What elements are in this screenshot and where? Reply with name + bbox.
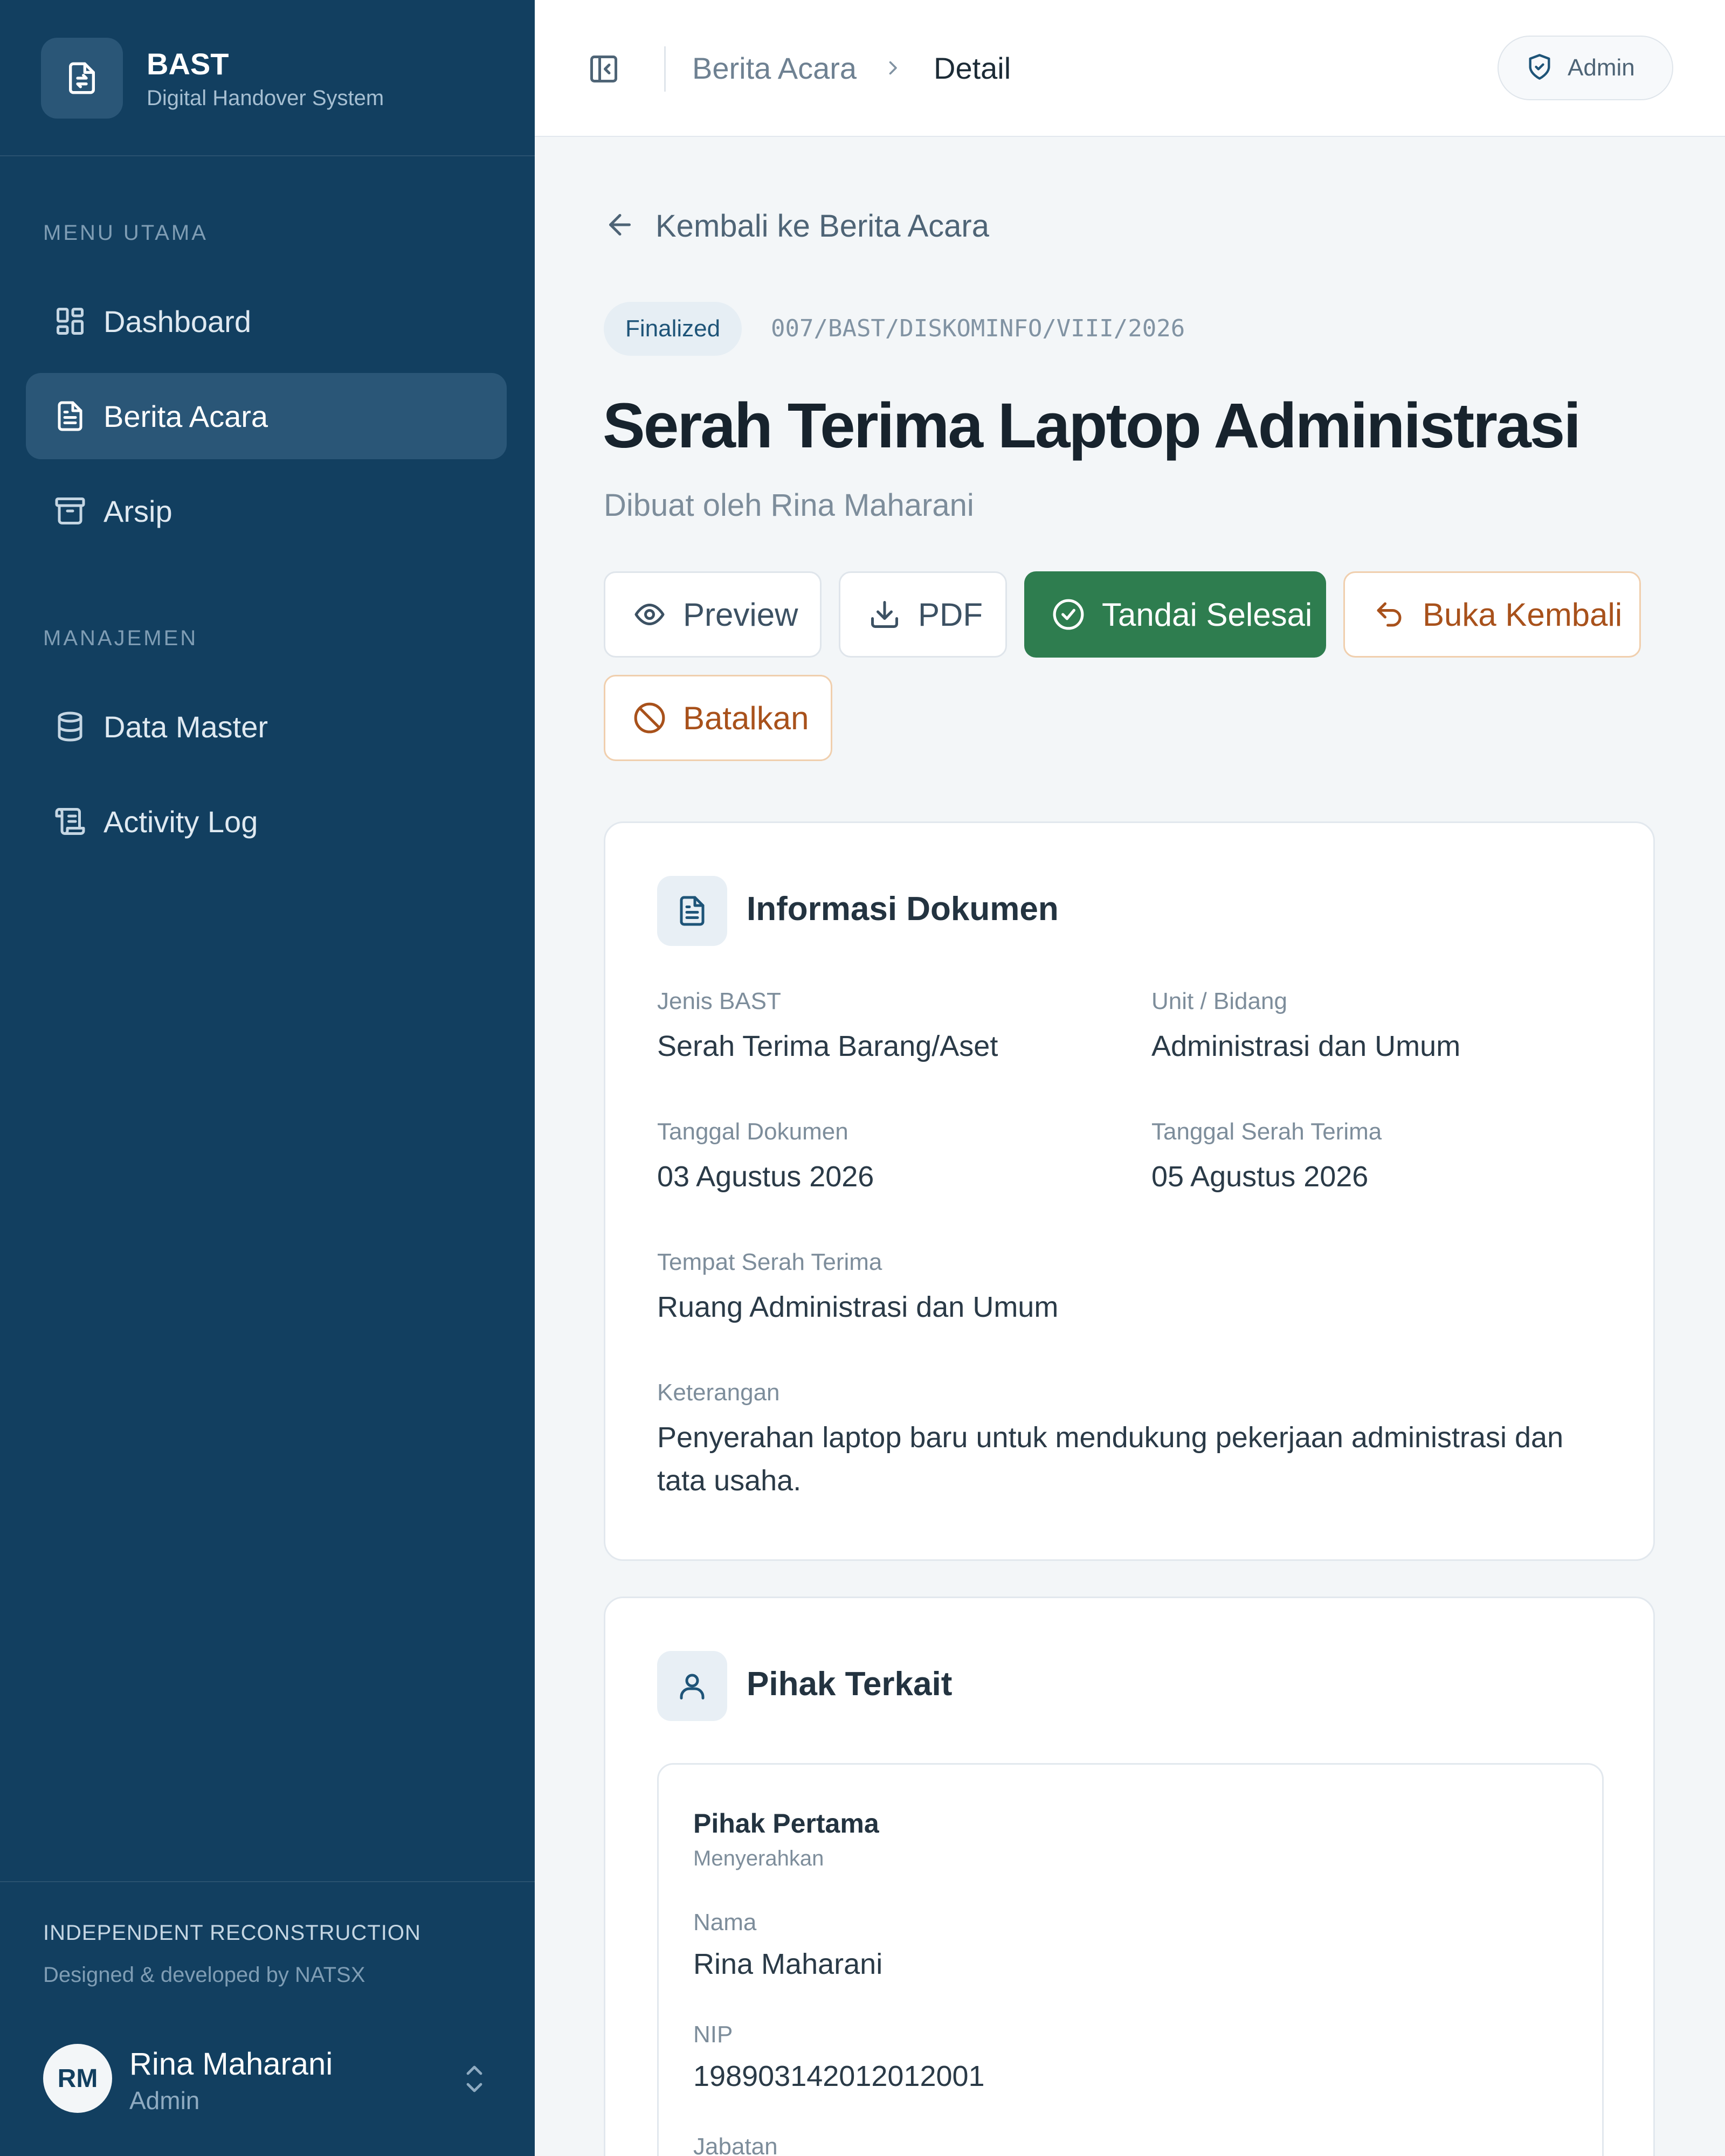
field-label: Tanggal Dokumen <box>657 1118 848 1145</box>
document-icon <box>53 399 87 433</box>
top-header: Berita Acara Detail Admin <box>535 0 1725 137</box>
field-label: Nama <box>693 1909 757 1936</box>
field-value: Penyerahan laptop baru untuk mendukung p… <box>657 1421 1564 1497</box>
field-value: Rina Maharani <box>693 1948 883 1980</box>
party-title: Pihak Pertama <box>693 1808 879 1839</box>
section-label-menu-utama: MENU UTAMA <box>43 221 208 245</box>
back-link-label: Kembali ke Berita Acara <box>656 209 989 244</box>
cancel-button-label: Batalkan <box>683 700 809 736</box>
back-link[interactable]: Kembali ke Berita Acara <box>604 208 989 244</box>
download-icon <box>867 597 902 632</box>
section-label-manajemen: MANAJEMEN <box>43 626 198 650</box>
sidebar-item-label: Arsip <box>104 494 172 528</box>
eye-icon <box>632 597 667 632</box>
field-label: Jenis BAST <box>657 988 781 1014</box>
database-icon <box>53 709 87 744</box>
card-title: Pihak Terkait <box>747 1666 953 1703</box>
user-icon <box>657 1651 727 1721</box>
scroll-icon <box>53 804 87 839</box>
pdf-button[interactable]: PDF <box>839 571 1007 658</box>
first-party-panel: Pihak Pertama Menyerahkan Nama Rina Maha… <box>657 1763 1604 2156</box>
preview-button[interactable]: Preview <box>604 571 822 658</box>
status-badge: Finalized <box>604 302 742 356</box>
document-number: 007/BAST/DISKOMINFO/VIII/2026 <box>771 315 1185 342</box>
sidebar-footer: INDEPENDENT RECONSTRUCTION Designed & de… <box>0 1881 535 2156</box>
card-title: Informasi Dokumen <box>747 890 1059 928</box>
field-value: Serah Terima Barang/Aset <box>657 1030 998 1062</box>
preview-button-label: Preview <box>683 596 798 633</box>
field-label: NIP <box>693 2021 733 2048</box>
role-badge-label: Admin <box>1568 54 1635 81</box>
check-circle-icon <box>1051 597 1086 632</box>
sidebar-item-label: Data Master <box>104 709 268 744</box>
document-icon <box>657 876 727 946</box>
sidebar-item-label: Dashboard <box>104 304 251 338</box>
field-label: Tempat Serah Terima <box>657 1249 882 1275</box>
sidebar-item-label: Berita Acara <box>104 399 268 433</box>
sidebar-item-activity-log[interactable]: Activity Log <box>26 778 507 865</box>
field-value: 198903142012012001 <box>693 2060 985 2092</box>
field-value: 03 Agustus 2026 <box>657 1160 874 1193</box>
brand-title: BAST <box>147 47 229 81</box>
reopen-button[interactable]: Buka Kembali <box>1343 571 1641 658</box>
footer-title: INDEPENDENT RECONSTRUCTION <box>43 1921 421 1945</box>
field-label: Unit / Bidang <box>1151 988 1287 1014</box>
reopen-button-label: Buka Kembali <box>1423 596 1623 633</box>
sidebar-toggle-icon[interactable] <box>586 52 621 86</box>
role-badge[interactable]: Admin <box>1498 36 1673 100</box>
avatar[interactable]: RM <box>43 2044 112 2113</box>
sidebar-item-dashboard[interactable]: Dashboard <box>26 278 507 364</box>
brand-logo-icon <box>41 38 123 119</box>
page-title: Serah Terima Laptop Administrasi <box>603 390 1581 461</box>
sidebar-item-arsip[interactable]: Arsip <box>26 468 507 554</box>
header-divider <box>664 46 666 92</box>
sidebar: BAST Digital Handover System MENU UTAMA … <box>0 0 535 2156</box>
field-label: Tanggal Serah Terima <box>1151 1118 1382 1145</box>
document-info-card: Informasi Dokumen Jenis BAST Serah Terim… <box>604 821 1655 1561</box>
field-value: Ruang Administrasi dan Umum <box>657 1291 1059 1323</box>
field-label: Keterangan <box>657 1379 780 1406</box>
mark-complete-label: Tandai Selesai <box>1102 596 1313 633</box>
brand-subtitle: Digital Handover System <box>147 86 384 110</box>
archive-icon <box>53 494 87 528</box>
shield-check-icon <box>1526 53 1554 84</box>
user-name[interactable]: Rina Maharani <box>129 2046 333 2082</box>
field-label: Jabatan <box>693 2133 778 2156</box>
ban-icon <box>632 701 667 735</box>
arrow-left-icon <box>604 209 636 244</box>
chevron-right-icon <box>882 56 903 80</box>
user-role: Admin <box>129 2086 200 2114</box>
footer-credit: Designed & developed by NATSX <box>43 1963 365 1987</box>
parties-card: Pihak Terkait Pihak Pertama Menyerahkan … <box>604 1597 1655 2156</box>
field-value: Administrasi dan Umum <box>1151 1030 1461 1062</box>
undo-icon <box>1372 597 1406 632</box>
party-role: Menyerahkan <box>693 1847 824 1870</box>
mark-complete-button[interactable]: Tandai Selesai <box>1024 571 1326 658</box>
pdf-button-label: PDF <box>918 596 983 633</box>
page-subtitle: Dibuat oleh Rina Maharani <box>604 488 974 523</box>
sidebar-item-data-master[interactable]: Data Master <box>26 683 507 770</box>
cancel-button[interactable]: Batalkan <box>604 675 832 761</box>
brand: BAST Digital Handover System <box>0 0 535 156</box>
sidebar-item-berita-acara[interactable]: Berita Acara <box>26 373 507 459</box>
field-value: 05 Agustus 2026 <box>1151 1160 1369 1193</box>
breadcrumb-current: Detail <box>934 51 1011 85</box>
dashboard-icon <box>53 304 87 338</box>
breadcrumb-berita-acara[interactable]: Berita Acara <box>692 51 857 86</box>
sidebar-item-label: Activity Log <box>104 804 258 839</box>
chevrons-up-down-icon[interactable] <box>458 2060 491 2098</box>
